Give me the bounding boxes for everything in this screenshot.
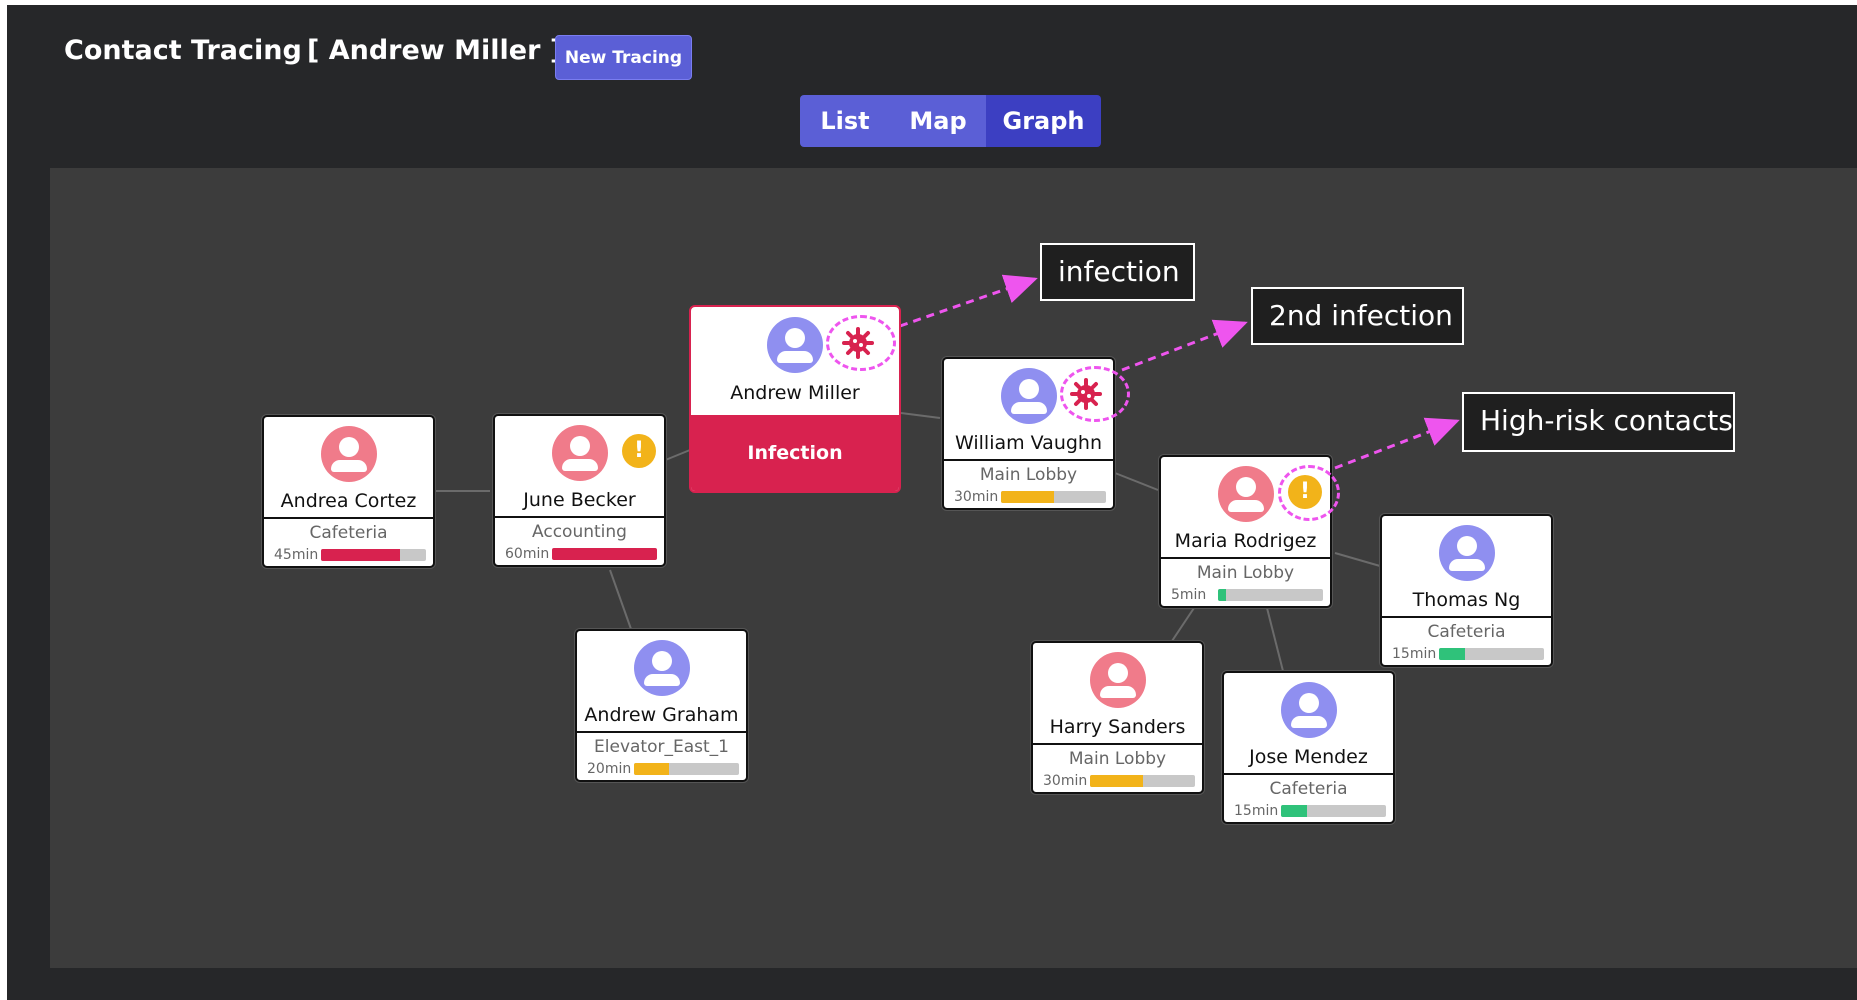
tab-list[interactable]: List [800, 95, 890, 147]
contact-name: Jose Mendez [1249, 746, 1368, 768]
tab-map[interactable]: Map [890, 95, 986, 147]
exposure-bar-fill [1439, 648, 1466, 660]
contact-location: Accounting [532, 522, 627, 542]
contact-name: William Vaughn [954, 432, 1103, 454]
exposure-bar-fill [1090, 775, 1143, 787]
divider [1382, 616, 1551, 618]
exposure-bar [1001, 491, 1106, 503]
contact-node[interactable]: Thomas Ng Cafeteria 15min [1380, 514, 1553, 667]
contact-duration: 5min [1171, 587, 1207, 603]
high-risk-highlight-ring [1278, 465, 1340, 521]
edge-june-graham [609, 569, 632, 630]
exposure-bar-fill [552, 548, 657, 560]
tab-graph[interactable]: Graph [986, 95, 1101, 147]
contact-name: Andrea Cortez [280, 490, 417, 512]
contact-location: Elevator_East_1 [594, 737, 729, 757]
contact-location: Main Lobby [1196, 563, 1295, 583]
divider [944, 459, 1113, 461]
exposure-bar-fill [1281, 805, 1308, 817]
view-toggle: List Map Graph [800, 95, 1101, 147]
contact-name: Thomas Ng [1412, 589, 1521, 611]
exposure-bar [1218, 589, 1323, 601]
divider [264, 517, 433, 519]
avatar-icon [767, 317, 823, 373]
contact-duration: 15min [1392, 646, 1437, 662]
contact-duration: 60min [505, 546, 550, 562]
exposure-bar [1281, 805, 1386, 817]
contact-location: Main Lobby [1068, 749, 1167, 769]
callout-arrow-second-infection [1121, 319, 1248, 372]
contact-name: Harry Sanders [1049, 716, 1186, 738]
contact-duration: 15min [1234, 803, 1279, 819]
exposure-bar [634, 763, 739, 775]
edge-maria-thomas [1334, 552, 1381, 567]
callout-high-risk-contacts: High-risk contacts [1462, 392, 1735, 452]
contact-location: Main Lobby [979, 465, 1078, 485]
divider [1161, 557, 1330, 559]
callout-arrow-high-risk [1334, 417, 1460, 470]
exposure-bar [552, 548, 657, 560]
contact-location: Cafeteria [1427, 622, 1506, 642]
warning-icon: ! [622, 434, 656, 468]
contact-location: Cafeteria [309, 523, 388, 543]
infection-status-badge: Infection Confirmed [691, 415, 899, 491]
contact-node[interactable]: Harry Sanders Main Lobby 30min [1031, 641, 1204, 794]
divider [577, 731, 746, 733]
edge-june-miller [662, 449, 691, 462]
avatar-icon [552, 425, 608, 481]
page-title: Contact Tracing [64, 35, 302, 66]
exposure-bar-fill [634, 763, 669, 775]
callout-second-infection: 2nd infection [1251, 287, 1464, 345]
edge-miller-william [900, 412, 941, 419]
avatar-icon [1439, 525, 1495, 581]
callout-arrow-infection [899, 274, 1038, 328]
exposure-bar-fill [1218, 589, 1227, 601]
avatar-icon [1218, 466, 1274, 522]
avatar-icon [321, 426, 377, 482]
exposure-bar [321, 549, 426, 561]
contact-name: Andrew Graham [584, 704, 739, 726]
new-tracing-button[interactable]: New Tracing [555, 35, 692, 80]
avatar-icon [634, 640, 690, 696]
exposure-bar-fill [321, 549, 400, 561]
divider [1033, 743, 1202, 745]
contact-node[interactable]: Andrew Graham Elevator_East_1 20min [575, 629, 748, 782]
contact-duration: 45min [274, 547, 319, 563]
edge-william-maria [1114, 472, 1159, 491]
contact-name: June Becker [523, 489, 636, 511]
avatar-icon [1001, 368, 1057, 424]
exposure-bar-fill [1001, 491, 1054, 503]
traced-subject: [ Andrew Miller ] [307, 35, 563, 66]
avatar-icon [1281, 682, 1337, 738]
avatar-icon [1090, 652, 1146, 708]
divider [1224, 773, 1393, 775]
edge-maria-jose [1266, 607, 1284, 672]
contact-node[interactable]: Andrea Cortez Cafeteria 45min [262, 415, 435, 568]
graph-edges [430, 274, 1460, 672]
contact-duration: 30min [1043, 773, 1088, 789]
second-infection-highlight-ring [1060, 366, 1130, 422]
app-window: Contact Tracing [ Andrew Miller ] New Tr… [7, 5, 1857, 1000]
callout-infection: infection [1040, 243, 1195, 301]
contact-duration: 20min [587, 761, 632, 777]
index-case-name: Andrew Miller [730, 382, 860, 404]
exposure-bar [1439, 648, 1544, 660]
edge-maria-harry [1171, 607, 1195, 642]
contact-name: Maria Rodrigez [1174, 530, 1317, 552]
divider [495, 516, 664, 518]
contact-node[interactable]: Jose Mendez Cafeteria 15min [1222, 671, 1395, 824]
infection-highlight-ring [826, 315, 896, 371]
contact-duration: 30min [954, 489, 999, 505]
contact-node[interactable]: ! June Becker Accounting 60min [493, 414, 666, 567]
contact-location: Cafeteria [1269, 779, 1348, 799]
graph-canvas[interactable]: Andrew Miller Infection Confirmed Andrea… [50, 168, 1857, 968]
exposure-bar [1090, 775, 1195, 787]
